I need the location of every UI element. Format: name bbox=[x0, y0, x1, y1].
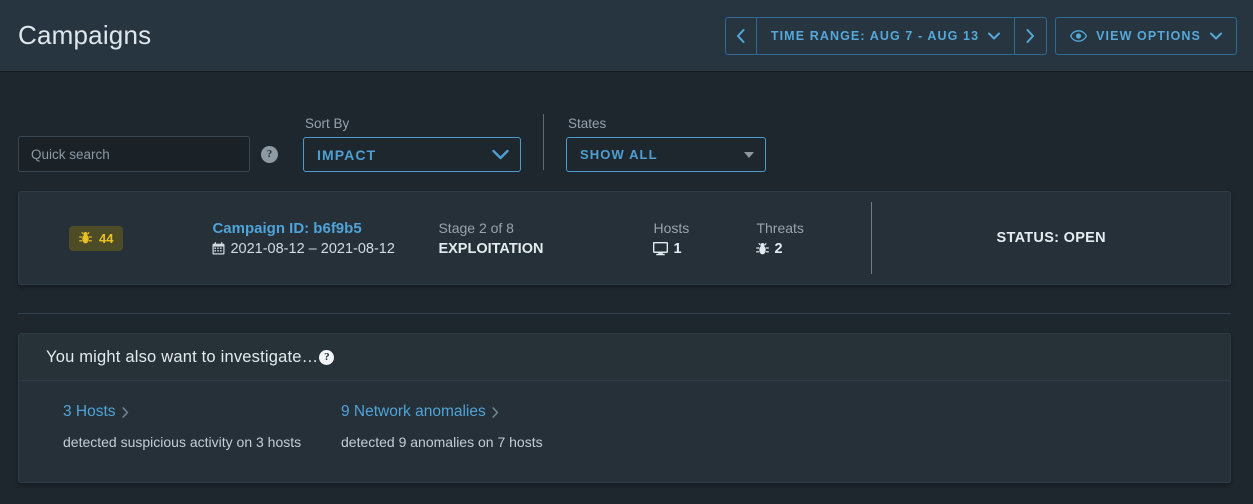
time-range-label: TIME RANGE: AUG 7 - AUG 13 bbox=[770, 28, 980, 43]
top-header-bar: Campaigns TIME RANGE: AUG 7 - AUG 13 VIE… bbox=[0, 0, 1253, 72]
chevron-down-icon bbox=[1210, 32, 1222, 39]
suggestion-hosts-description: detected suspicious activity on 3 hosts bbox=[63, 434, 302, 450]
bug-icon bbox=[79, 231, 92, 244]
bug-icon bbox=[756, 242, 770, 254]
view-options-label: VIEW OPTIONS bbox=[1096, 28, 1201, 43]
sort-by-field: Sort By IMPACT bbox=[278, 116, 521, 172]
suggestion-anomalies-description: detected 9 anomalies on 7 hosts bbox=[341, 434, 543, 450]
suggestion-hosts-label: 3 Hosts bbox=[63, 403, 116, 420]
stage-head: Stage 2 of 8 bbox=[438, 219, 514, 236]
filter-bar: ? Sort By IMPACT States SHOW ALL bbox=[0, 72, 1253, 172]
eye-icon bbox=[1070, 29, 1088, 42]
stage-value: EXPLOITATION bbox=[438, 240, 544, 257]
campaign-stage: Stage 2 of 8 EXPLOITATION bbox=[438, 220, 653, 257]
hosts-head: Hosts bbox=[653, 219, 690, 236]
time-range-dropdown-button[interactable]: TIME RANGE: AUG 7 - AUG 13 bbox=[756, 16, 1016, 55]
sort-by-select[interactable]: IMPACT bbox=[303, 137, 521, 172]
investigate-panel: You might also want to investigate… ? 3 … bbox=[18, 333, 1231, 483]
chevron-down-icon bbox=[492, 149, 509, 160]
campaign-id-link[interactable]: Campaign ID: b6f9b5 bbox=[212, 220, 438, 237]
search-input[interactable] bbox=[18, 136, 250, 172]
chevron-right-icon bbox=[121, 406, 128, 418]
sort-by-label: Sort By bbox=[305, 116, 350, 131]
states-field: States SHOW ALL bbox=[566, 116, 766, 172]
monitor-icon bbox=[653, 241, 669, 255]
chevron-left-icon bbox=[737, 28, 745, 43]
list-item: 3 Hosts detected suspicious activity on … bbox=[63, 403, 341, 482]
campaign-dates: 2021-08-12 – 2021-08-12 bbox=[212, 241, 438, 257]
hosts-count: 1 bbox=[673, 240, 682, 257]
campaign-threats: Threats 2 bbox=[756, 220, 871, 257]
list-item: 9 Network anomalies detected 9 anomalies… bbox=[341, 403, 619, 482]
time-range-control: TIME RANGE: AUG 7 - AUG 13 bbox=[724, 16, 1048, 55]
time-range-next-button[interactable] bbox=[1015, 16, 1048, 55]
threats-head: Threats bbox=[756, 219, 804, 236]
threats-count: 2 bbox=[774, 240, 783, 257]
investigate-help-icon[interactable]: ? bbox=[319, 349, 335, 365]
view-options-button[interactable]: VIEW OPTIONS bbox=[1055, 16, 1237, 55]
chevron-down-icon bbox=[988, 32, 1001, 39]
impact-score-badge[interactable]: 44 bbox=[69, 225, 124, 251]
calendar-icon bbox=[212, 242, 225, 255]
time-range-prev-button[interactable] bbox=[724, 16, 757, 55]
search-help-icon[interactable]: ? bbox=[261, 145, 278, 163]
hosts-value-row: 1 bbox=[653, 241, 756, 257]
quick-search-field: ? bbox=[18, 136, 278, 172]
page-title: Campaigns bbox=[18, 20, 152, 50]
chevron-right-icon bbox=[1026, 28, 1035, 43]
states-select[interactable]: SHOW ALL bbox=[566, 137, 766, 172]
investigate-title: You might also want to investigate… bbox=[46, 347, 319, 366]
campaign-card[interactable]: 44 Campaign ID: b6f9b5 2021-08-12 – 2021… bbox=[18, 191, 1231, 285]
search-row: ? bbox=[18, 136, 278, 172]
threats-value-row: 2 bbox=[756, 241, 871, 257]
states-label: States bbox=[568, 116, 607, 131]
header-actions: TIME RANGE: AUG 7 - AUG 13 VIEW OPTIONS bbox=[724, 16, 1237, 55]
campaign-hosts: Hosts 1 bbox=[653, 220, 756, 257]
impact-score-value: 44 bbox=[99, 230, 114, 246]
chevron-right-icon bbox=[492, 406, 498, 418]
states-value: SHOW ALL bbox=[580, 147, 658, 162]
suggestion-anomalies-label: 9 Network anomalies bbox=[341, 403, 486, 420]
campaign-info: Campaign ID: b6f9b5 2021-08-12 – 2021-08… bbox=[212, 220, 438, 257]
investigate-panel-header: You might also want to investigate… ? bbox=[19, 334, 1230, 381]
suggestion-anomalies-link[interactable]: 9 Network anomalies bbox=[341, 403, 499, 421]
investigate-panel-body: 3 Hosts detected suspicious activity on … bbox=[19, 381, 1230, 482]
suggestion-hosts-link[interactable]: 3 Hosts bbox=[63, 403, 129, 421]
section-divider bbox=[18, 313, 1231, 314]
status-badge: STATUS: OPEN bbox=[996, 230, 1106, 246]
sort-by-value: IMPACT bbox=[317, 146, 377, 163]
campaign-date-range: 2021-08-12 – 2021-08-12 bbox=[230, 240, 395, 257]
caret-down-icon bbox=[744, 151, 754, 158]
filter-divider bbox=[543, 114, 544, 170]
